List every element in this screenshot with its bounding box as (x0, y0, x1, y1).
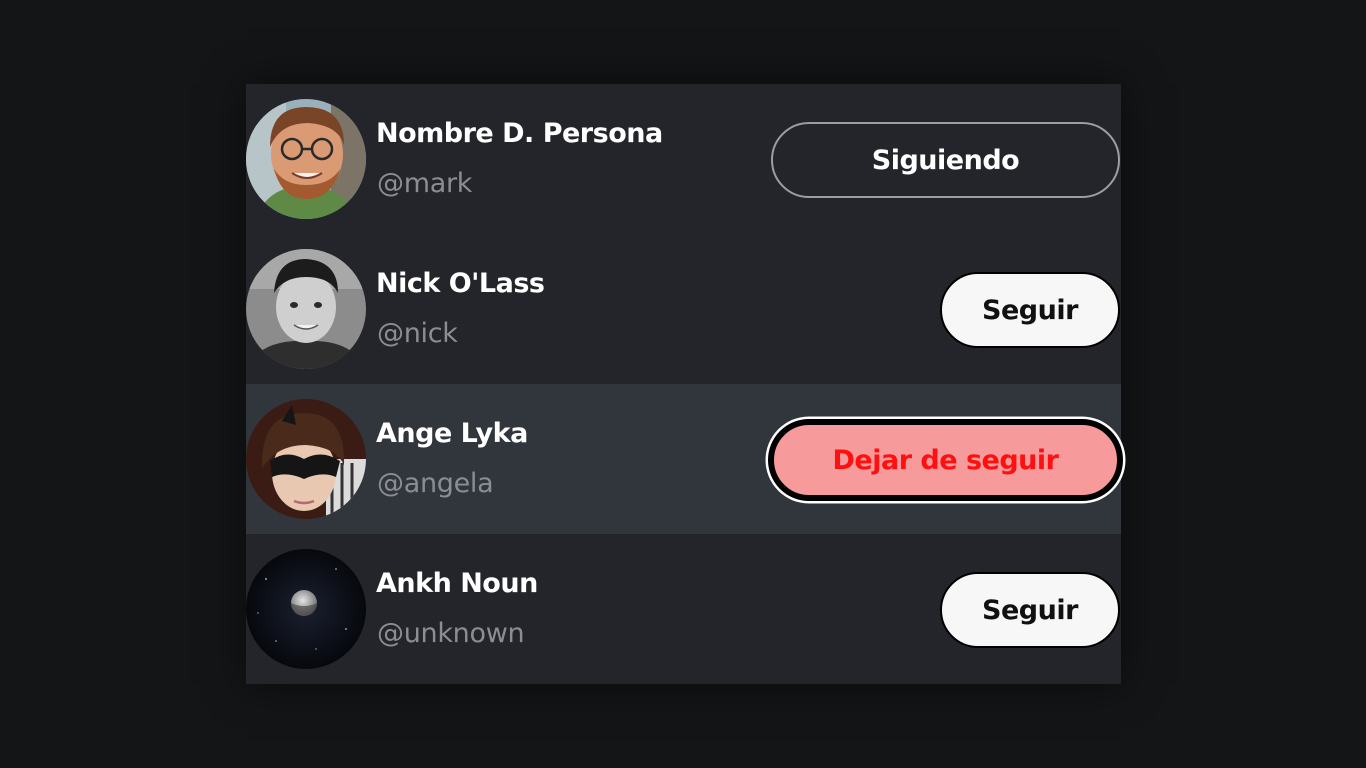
user-name: Nick O'Lass (376, 268, 545, 299)
user-handle: @mark (377, 168, 473, 199)
user-name: Ange Lyka (376, 418, 528, 449)
follow-list: Nombre D. Persona @mark Siguiendo Nick O… (246, 84, 1123, 684)
avatar[interactable] (246, 99, 366, 219)
user-name: Nombre D. Persona (376, 118, 663, 149)
user-row: Ange Lyka @angela Dejar de seguir (246, 384, 1123, 534)
user-handle: @unknown (377, 618, 525, 649)
user-handle: @angela (377, 468, 494, 499)
avatar[interactable] (246, 549, 366, 669)
user-row: Nick O'Lass @nick Seguir (246, 234, 1121, 384)
user-row: Ankh Noun @unknown Seguir (246, 534, 1121, 684)
following-button[interactable]: Siguiendo (771, 122, 1120, 198)
user-name: Ankh Noun (376, 568, 538, 599)
avatar[interactable] (246, 399, 366, 519)
follow-button[interactable]: Seguir (940, 272, 1120, 348)
avatar[interactable] (246, 249, 366, 369)
follow-button[interactable]: Seguir (940, 572, 1120, 648)
unfollow-button[interactable]: Dejar de seguir (768, 419, 1123, 501)
user-handle: @nick (377, 318, 458, 349)
user-row: Nombre D. Persona @mark Siguiendo (246, 84, 1121, 234)
